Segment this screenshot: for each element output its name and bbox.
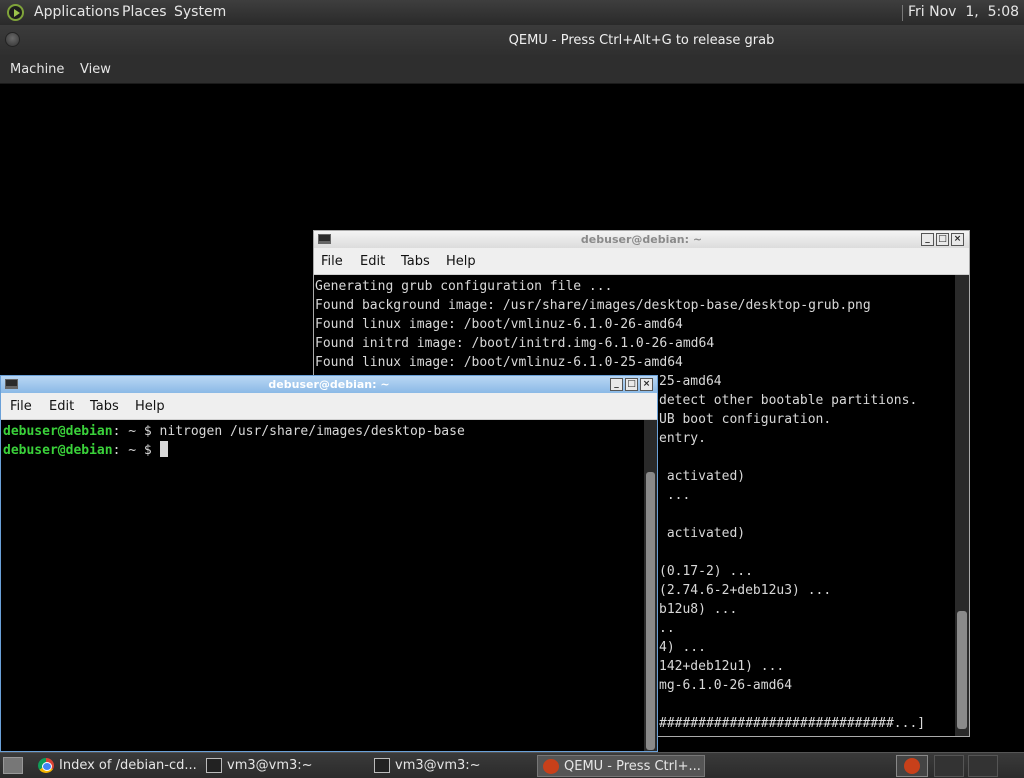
front-terminal-title: debuser@debian: ~: [268, 378, 390, 391]
system-menu[interactable]: System: [174, 4, 226, 20]
prompt-path: : ~: [112, 424, 137, 439]
file-menu[interactable]: File: [321, 254, 343, 269]
window-buttons: _ □ ×: [921, 233, 964, 246]
back-terminal-titlebar[interactable]: debuser@debian: ~ _ □ ×: [314, 231, 969, 248]
scrollbar-thumb[interactable]: [646, 472, 655, 750]
show-desktop-icon[interactable]: [3, 757, 23, 774]
scrollbar-thumb[interactable]: [957, 611, 967, 729]
output-line: 25-amd64: [659, 374, 722, 389]
command-line[interactable]: debuser@debian: ~ $: [3, 441, 168, 460]
text-cursor: [159, 441, 168, 457]
back-terminal-title: debuser@debian: ~: [580, 233, 703, 246]
output-line: mg-6.1.0-26-amd64: [659, 678, 793, 693]
qemu-titlebar[interactable]: QEMU - Press Ctrl+Alt+G to release grab: [0, 25, 1024, 55]
window-buttons: _ □ ×: [610, 378, 653, 391]
machine-menu[interactable]: Machine: [10, 62, 64, 77]
host-taskbar: Index of /debian-cd... vm3@vm3:~ vm3@vm3…: [0, 752, 1024, 778]
front-terminal-menubar: File Edit Tabs Help: [1, 393, 657, 420]
front-terminal-scrollbar[interactable]: [644, 420, 657, 751]
output-line: Found linux image: /boot/vmlinuz-6.1.0-2…: [315, 355, 683, 370]
output-line: UB boot configuration.: [659, 412, 832, 427]
task-browser[interactable]: Index of /debian-cd...: [33, 755, 201, 777]
command-text: nitrogen /usr/share/images/desktop-base: [159, 424, 465, 439]
help-menu[interactable]: Help: [446, 254, 476, 269]
output-line: (0.17-2) ...: [659, 564, 753, 579]
output-line: ..: [659, 621, 675, 636]
apps-logo-icon[interactable]: [7, 4, 24, 21]
host-top-panel: Applications Places System Fri Nov 1, 5:…: [0, 0, 1024, 25]
output-line: 4) ...: [659, 640, 706, 655]
clock[interactable]: Fri Nov 1, 5:08 PM: [908, 4, 1024, 20]
output-line: (2.74.6-2+deb12u3) ...: [659, 583, 832, 598]
back-terminal-menubar: File Edit Tabs Help: [314, 248, 969, 275]
back-terminal-scrollbar[interactable]: [955, 275, 969, 736]
command-line: debuser@debian: ~ $ nitrogen /usr/share/…: [3, 422, 465, 441]
view-menu[interactable]: View: [80, 62, 111, 77]
qemu-window-title: QEMU - Press Ctrl+Alt+G to release grab: [508, 33, 775, 48]
prompt-symbol: $: [136, 443, 160, 458]
edit-menu[interactable]: Edit: [49, 399, 74, 414]
guest-display[interactable]: debuser@debian: ~ _ □ × File Edit Tabs H…: [0, 84, 1024, 752]
qemu-icon: [543, 759, 559, 774]
task-terminal-1[interactable]: vm3@vm3:~: [201, 755, 369, 777]
chrome-icon: [38, 758, 54, 773]
front-terminal-window[interactable]: debuser@debian: ~ _ □ × File Edit Tabs H…: [0, 375, 658, 752]
maximize-icon[interactable]: □: [936, 233, 949, 246]
task-qemu[interactable]: QEMU - Press Ctrl+...: [537, 755, 705, 777]
maximize-icon[interactable]: □: [625, 378, 638, 391]
tabs-menu[interactable]: Tabs: [90, 399, 119, 414]
front-terminal-titlebar[interactable]: debuser@debian: ~ _ □ ×: [1, 376, 657, 393]
output-line: 142+deb12u1) ...: [659, 659, 785, 674]
close-icon[interactable]: ×: [951, 233, 964, 246]
front-terminal-output[interactable]: debuser@debian: ~ $ nitrogen /usr/share/…: [1, 420, 657, 751]
output-line: Found linux image: /boot/vmlinuz-6.1.0-2…: [315, 317, 683, 332]
close-icon[interactable]: ×: [640, 378, 653, 391]
prompt-user: debuser@debian: [3, 443, 113, 458]
output-line: ...: [659, 488, 691, 503]
terminal-icon: [374, 758, 390, 773]
edit-menu[interactable]: Edit: [360, 254, 385, 269]
help-menu[interactable]: Help: [135, 399, 165, 414]
qemu-menubar: Machine View: [0, 55, 1024, 84]
prompt-symbol: $: [136, 424, 160, 439]
output-line: Generating grub configuration file ...: [315, 279, 613, 294]
task-terminal-2[interactable]: vm3@vm3:~: [369, 755, 537, 777]
output-line: Found background image: /usr/share/image…: [315, 298, 871, 313]
prompt-path: : ~: [112, 443, 137, 458]
panel-separator: [902, 5, 903, 21]
output-line: ##############################...]: [659, 716, 926, 731]
output-line: activated): [659, 469, 746, 484]
task-label: vm3@vm3:~: [395, 758, 481, 773]
prompt-user: debuser@debian: [3, 424, 113, 439]
workspace-3[interactable]: [968, 755, 998, 777]
workspace-1[interactable]: [896, 755, 928, 777]
task-label: Index of /debian-cd...: [59, 758, 197, 773]
workspace-2[interactable]: [934, 755, 964, 777]
qemu-icon: [904, 758, 920, 774]
terminal-icon: [206, 758, 222, 773]
output-line: Found initrd image: /boot/initrd.img-6.1…: [315, 336, 715, 351]
applications-menu[interactable]: Applications: [34, 4, 120, 20]
minimize-icon[interactable]: _: [610, 378, 623, 391]
minimize-icon[interactable]: _: [921, 233, 934, 246]
output-line: detect other bootable partitions.: [659, 393, 918, 408]
output-line: activated): [659, 526, 746, 541]
file-menu[interactable]: File: [10, 399, 32, 414]
task-label: vm3@vm3:~: [227, 758, 313, 773]
output-line: entry.: [659, 431, 706, 446]
output-line: b12u8) ...: [659, 602, 738, 617]
places-menu[interactable]: Places: [122, 4, 167, 20]
tabs-menu[interactable]: Tabs: [401, 254, 430, 269]
task-label: QEMU - Press Ctrl+...: [564, 759, 701, 774]
